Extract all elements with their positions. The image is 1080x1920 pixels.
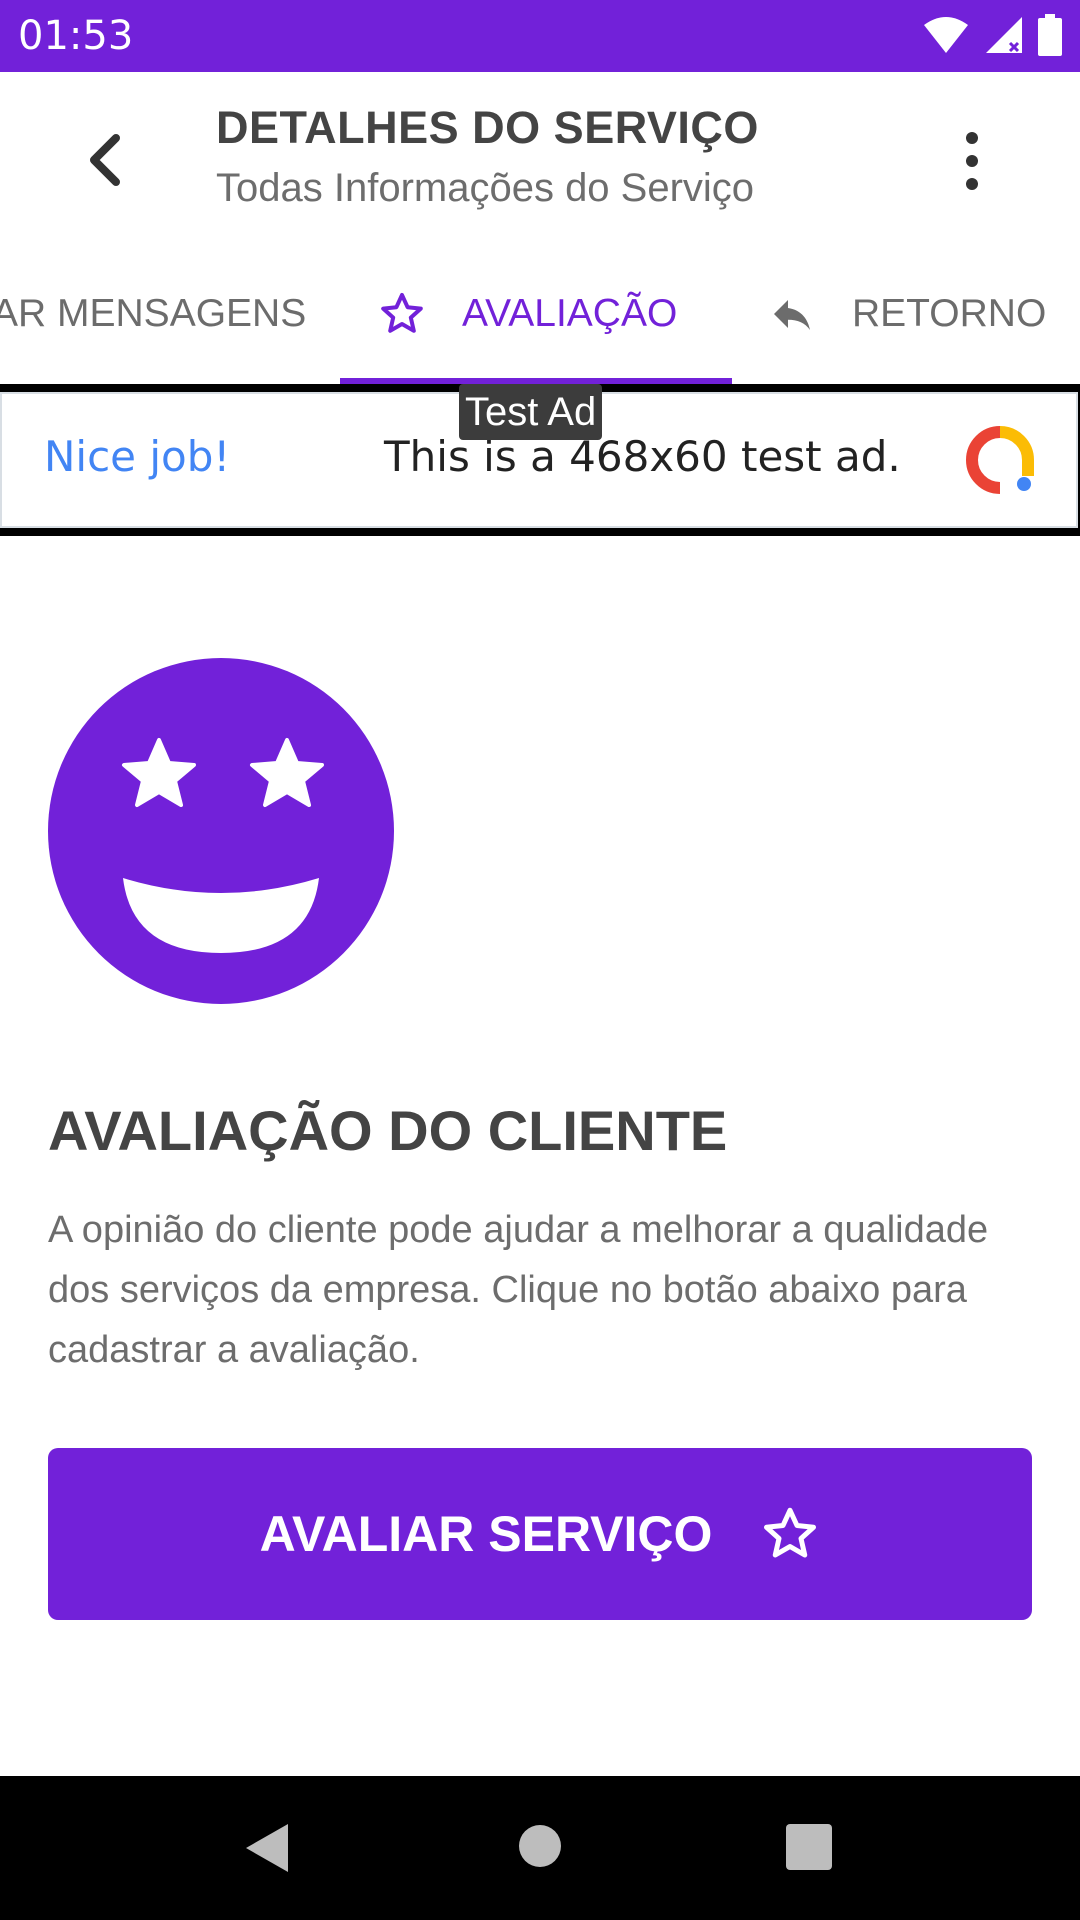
nav-home-icon[interactable] <box>518 1824 562 1868</box>
ad-badge: Test Ad <box>459 384 603 440</box>
nav-back-icon[interactable] <box>244 1822 290 1874</box>
chevron-left-icon <box>90 134 120 186</box>
back-button[interactable] <box>70 122 146 198</box>
system-nav-bar <box>0 1776 1080 1920</box>
battery-icon <box>1038 14 1062 56</box>
reply-icon <box>774 300 810 330</box>
evaluation-title: AVALIAÇÃO DO CLIENTE <box>48 1099 728 1162</box>
evaluation-description: A opinião do cliente pode ajudar a melho… <box>48 1209 989 1371</box>
more-vertical-icon <box>966 132 978 190</box>
wifi-icon <box>924 17 968 53</box>
ad-headline: Nice job! <box>44 432 231 481</box>
page-title: DETALHES DO SERVIÇO <box>216 102 759 153</box>
tab-label: AVALIAÇÃO <box>462 292 678 335</box>
page-subtitle: Todas Informações do Serviço <box>216 166 755 210</box>
status-icons <box>922 14 1062 56</box>
star-outline-icon <box>764 1507 817 1558</box>
nav-recents-icon[interactable] <box>786 1824 832 1870</box>
rate-service-button[interactable]: AVALIAR SERVIÇO <box>48 1448 1032 1620</box>
tab-avaliacao[interactable]: AVALIAÇÃO <box>378 242 677 386</box>
app-bar: DETALHES DO SERVIÇO Todas Informações do… <box>0 72 1080 242</box>
rate-service-label: AVALIAR SERVIÇO <box>259 1506 713 1562</box>
status-bar: 01:53 <box>0 0 1080 72</box>
more-options-button[interactable] <box>944 126 1000 196</box>
tab-label: AR MENSAGENS <box>0 292 307 335</box>
tab-mensagens[interactable]: AR MENSAGENS <box>0 242 306 386</box>
ad-logo-icon <box>966 426 1034 494</box>
tab-bar: AR MENSAGENS AVALIAÇÃO RETORNO <box>0 242 1080 386</box>
status-time: 01:53 <box>18 13 134 59</box>
ad-banner[interactable]: Nice job! This is a 468x60 test ad. Test… <box>0 384 1080 536</box>
signal-icon <box>986 17 1022 53</box>
star-struck-face-icon <box>48 658 394 1004</box>
tab-retorno[interactable]: RETORNO <box>768 242 1046 386</box>
star-outline-icon <box>381 293 423 333</box>
tab-label: RETORNO <box>852 292 1047 335</box>
